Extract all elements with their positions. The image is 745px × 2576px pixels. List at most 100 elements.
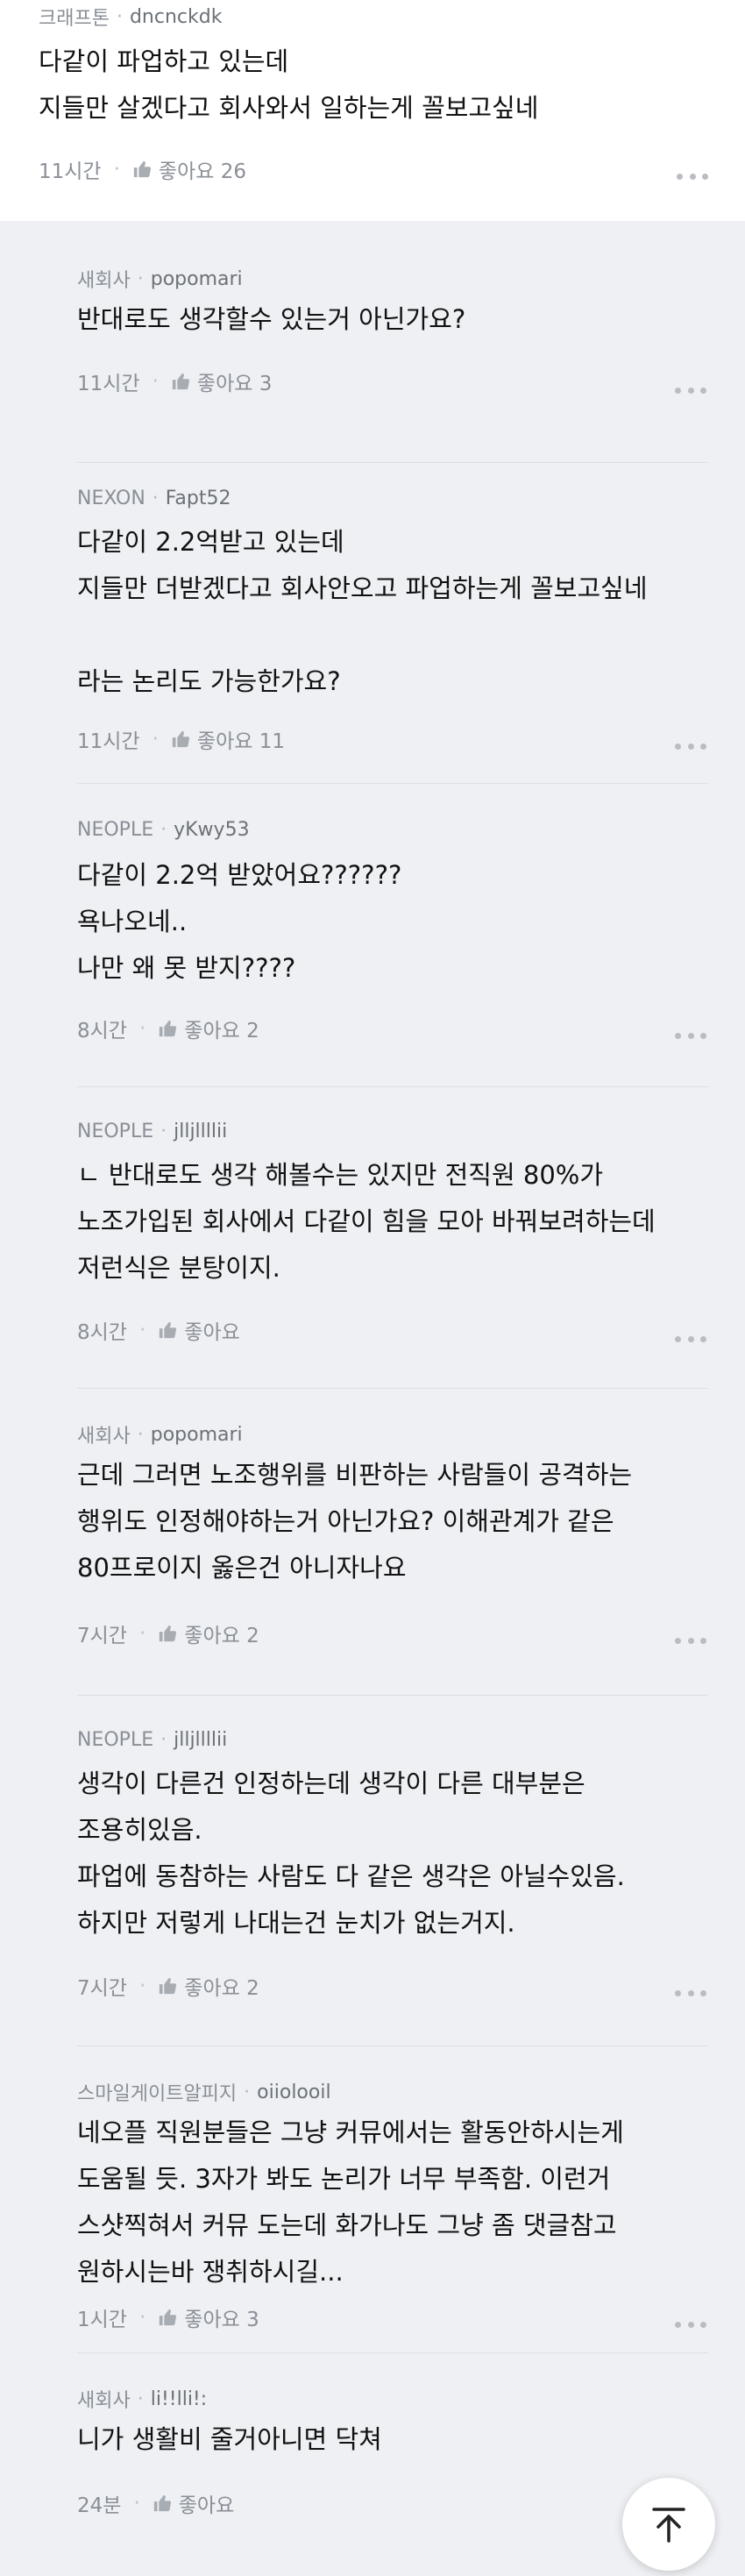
like-button[interactable]: 좋아요 3 bbox=[158, 2302, 259, 2332]
nickname[interactable]: jlljllllii bbox=[174, 1121, 227, 1142]
like-count: 좋아요 bbox=[184, 1321, 240, 1344]
nickname[interactable]: Fapt52 bbox=[166, 487, 231, 509]
more-options-icon[interactable] bbox=[675, 386, 706, 395]
separator-dot: · bbox=[152, 487, 159, 509]
comment-text: 다같이 파업하고 있는데 지들만 살겠다고 회사와서 일하는게 꼴보고싶네 bbox=[39, 46, 539, 123]
separator-dot: · bbox=[152, 370, 159, 393]
company-name: NEOPLE bbox=[77, 1729, 154, 1751]
comment-footer: 11시간 · 좋아요 26 bbox=[39, 154, 246, 184]
separator-dot: · bbox=[138, 1622, 146, 1645]
like-button[interactable]: 좋아요 26 bbox=[132, 154, 246, 184]
parent-comment: 크래프톤 · dncnckdk 다같이 파업하고 있는데 지들만 살겠다고 회사… bbox=[0, 0, 745, 221]
like-count: 좋아요 2 bbox=[184, 1020, 259, 1042]
comment-text: ㄴ 반대로도 생각 해볼수는 있지만 전직원 80%가 노조가입된 회사에서 다… bbox=[77, 1160, 656, 1283]
more-options-icon[interactable] bbox=[675, 1989, 706, 1997]
like-count: 좋아요 2 bbox=[184, 1625, 259, 1647]
separator-dot: · bbox=[137, 267, 144, 290]
comment-meta: NEXON · Fapt52 bbox=[77, 487, 231, 509]
comment-footer: 7시간 · 좋아요 2 bbox=[77, 1619, 259, 1648]
comment-time: 7시간 bbox=[77, 1977, 127, 2000]
like-count: 좋아요 26 bbox=[158, 160, 246, 183]
nickname[interactable]: oiiolooil bbox=[257, 2081, 330, 2103]
thumbs-up-icon bbox=[172, 373, 189, 390]
reply-item: 스마일게이트알피지 · oiiolooil 네오플 직원분들은 그냥 커뮤에서는… bbox=[77, 2046, 708, 2353]
thumbs-up-icon bbox=[160, 1625, 177, 1642]
like-button[interactable]: 좋아요 bbox=[153, 2488, 234, 2518]
like-button[interactable]: 좋아요 2 bbox=[158, 1014, 259, 1043]
like-count: 좋아요 3 bbox=[196, 373, 273, 395]
nickname[interactable]: popomari bbox=[151, 268, 243, 290]
comment-footer: 7시간 · 좋아요 2 bbox=[77, 1971, 259, 2001]
separator-dot: · bbox=[137, 2387, 144, 2410]
comment-time: 1시간 bbox=[77, 2309, 127, 2331]
company-name: NEOPLE bbox=[77, 819, 154, 841]
arrow-up-to-top-icon bbox=[652, 2508, 685, 2543]
like-button[interactable]: 좋아요 bbox=[158, 1315, 240, 1345]
comment-footer: 1시간 · 좋아요 3 bbox=[77, 2302, 259, 2332]
comment-time: 8시간 bbox=[77, 1020, 127, 1042]
like-button[interactable]: 좋아요 11 bbox=[171, 724, 285, 754]
comment-footer: 11시간 · 좋아요 11 bbox=[77, 724, 285, 754]
separator-dot: · bbox=[160, 1121, 167, 1142]
separator-dot: · bbox=[116, 5, 123, 28]
nickname[interactable]: popomari bbox=[151, 1424, 243, 1446]
comment-meta: 새회사 · popomari bbox=[77, 1420, 243, 1448]
comment-meta: NEOPLE · jlljllllii bbox=[77, 1121, 227, 1142]
thumbs-up-icon bbox=[160, 1020, 177, 1037]
comment-text: 다같이 2.2억 받았어요?????? 욕나오네.. 나만 왜 못 받지???? bbox=[77, 860, 402, 983]
comment-meta: NEOPLE · jlljllllii bbox=[77, 1729, 227, 1751]
company-name: 새회사 bbox=[77, 1426, 131, 1448]
company-name: NEXON bbox=[77, 487, 145, 509]
thumbs-up-icon bbox=[172, 730, 189, 748]
reply-item: 새회사 · popomari 반대로도 생각할수 있는거 아닌가요? 11시간 … bbox=[77, 221, 708, 463]
thumbs-up-icon bbox=[133, 160, 151, 178]
company-name: NEOPLE bbox=[77, 1121, 154, 1142]
separator-dot: · bbox=[160, 1729, 167, 1751]
reply-item: NEOPLE · yKwy53 다같이 2.2억 받았어요?????? 욕나오네… bbox=[77, 784, 708, 1087]
comment-meta: NEOPLE · yKwy53 bbox=[77, 819, 250, 841]
separator-dot: · bbox=[138, 1319, 146, 1341]
more-options-icon[interactable] bbox=[675, 742, 706, 751]
comment-meta: 새회사 · li!!lli!: bbox=[77, 2385, 207, 2413]
comment-time: 7시간 bbox=[77, 1625, 127, 1647]
comment-text: 생각이 다른건 인정하는데 생각이 다른 대부분은 조용히있음. 파업에 동참하… bbox=[77, 1768, 625, 1938]
comment-time: 11시간 bbox=[77, 373, 140, 395]
company-name: 스마일게이트알피지 bbox=[77, 2083, 238, 2105]
separator-dot: · bbox=[244, 2081, 251, 2103]
more-options-icon[interactable] bbox=[675, 2320, 706, 2329]
nickname[interactable]: dncnckdk bbox=[130, 6, 223, 28]
like-button[interactable]: 좋아요 2 bbox=[158, 1619, 259, 1648]
comment-time: 24분 bbox=[77, 2494, 122, 2517]
like-button[interactable]: 좋아요 3 bbox=[171, 366, 272, 396]
reply-item: NEXON · Fapt52 다같이 2.2억받고 있는데 지들만 더받겠다고 … bbox=[77, 463, 708, 784]
comment-footer: 11시간 · 좋아요 3 bbox=[77, 366, 272, 396]
more-options-icon[interactable] bbox=[675, 1636, 706, 1645]
like-button[interactable]: 좋아요 2 bbox=[158, 1971, 259, 2001]
reply-item: 새회사 · li!!lli!: 니가 생활비 줄거아니면 닥쳐 24분 · 좋아… bbox=[77, 2353, 708, 2572]
comment-text: 근데 그러면 노조행위를 비판하는 사람들이 공격하는 행위도 인정해야하는거 … bbox=[77, 1460, 633, 1583]
company-name: 새회사 bbox=[77, 2390, 131, 2412]
more-options-icon[interactable] bbox=[675, 1031, 706, 1040]
separator-dot: · bbox=[160, 819, 167, 841]
reply-item: NEOPLE · jlljllllii 생각이 다른건 인정하는데 생각이 다른… bbox=[77, 1696, 708, 2046]
comment-time: 8시간 bbox=[77, 1321, 127, 1344]
separator-dot: · bbox=[137, 1423, 144, 1446]
scroll-to-top-button[interactable] bbox=[622, 2478, 715, 2571]
separator-dot: · bbox=[152, 728, 159, 751]
separator-dot: · bbox=[133, 2492, 140, 2515]
comment-time: 11시간 bbox=[77, 730, 140, 753]
more-options-icon[interactable] bbox=[677, 172, 708, 181]
like-count: 좋아요 2 bbox=[184, 1977, 259, 2000]
separator-dot: · bbox=[138, 1017, 146, 1040]
thumbs-up-icon bbox=[160, 1977, 177, 1995]
company-name: 새회사 bbox=[77, 270, 131, 292]
nickname[interactable]: li!!lli!: bbox=[151, 2388, 207, 2410]
nickname[interactable]: jlljllllii bbox=[174, 1729, 227, 1751]
separator-dot: · bbox=[113, 158, 120, 181]
comment-time: 11시간 bbox=[39, 160, 102, 183]
more-options-icon[interactable] bbox=[675, 1334, 706, 1343]
thumbs-up-icon bbox=[160, 2309, 177, 2326]
comment-footer: 8시간 · 좋아요 2 bbox=[77, 1014, 259, 1043]
nickname[interactable]: yKwy53 bbox=[174, 819, 249, 841]
comment-meta: 크래프톤 · dncnckdk bbox=[39, 3, 222, 31]
